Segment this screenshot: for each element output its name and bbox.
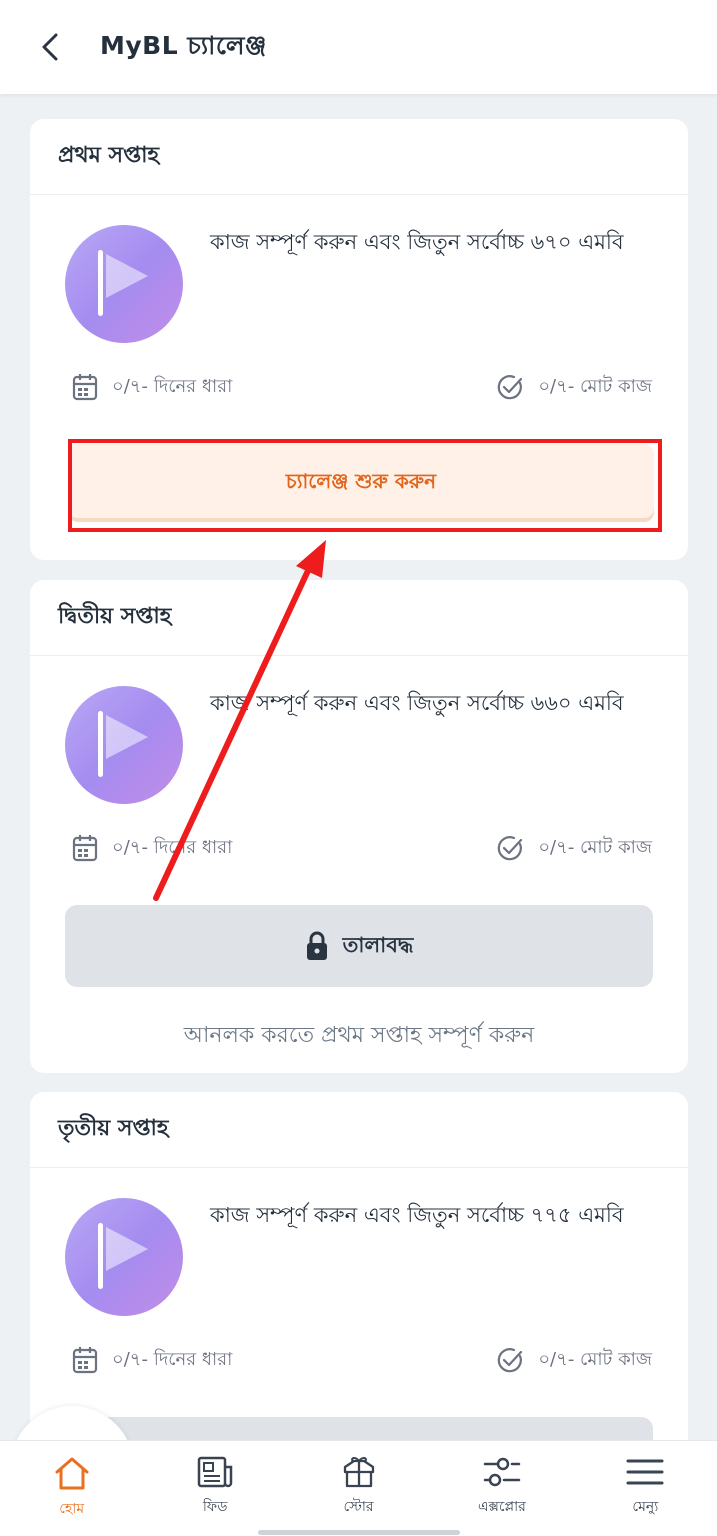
newspaper-icon xyxy=(197,1456,233,1488)
calendar-icon xyxy=(72,835,98,862)
challenge-description: কাজ সম্পূর্ণ করুন এবং জিতুন সর্বোচ্চ ৬৭০… xyxy=(210,230,624,254)
flag-avatar xyxy=(65,686,183,804)
calendar-icon xyxy=(72,1347,98,1374)
tasks-stat: ০/৭- মোট কাজ xyxy=(496,372,652,403)
sliders-icon xyxy=(483,1457,521,1487)
week-title: তৃতীয় সপ্তাহ xyxy=(30,1092,688,1168)
week-card-3: তৃতীয় সপ্তাহ কাজ সম্পূর্ণ করুন এবং জিতু… xyxy=(30,1092,688,1492)
nav-label: মেন্যু xyxy=(632,1499,659,1515)
challenge-description: কাজ সম্পূর্ণ করুন এবং জিতুন সর্বোচ্চ ৭৭৫… xyxy=(210,1203,624,1227)
streak-text: ০/৭- দিনের ধারা xyxy=(112,836,233,858)
start-challenge-button[interactable]: চ্যালেঞ্জ শুরু করুন xyxy=(68,444,654,522)
bottom-nav: হোম ফিড স্টোর এক্সপ্লোর মেন্যু xyxy=(0,1440,717,1536)
flag-icon xyxy=(98,1223,148,1289)
gift-box-icon xyxy=(343,1457,374,1488)
home-indicator xyxy=(258,1530,460,1535)
flag-avatar xyxy=(65,225,183,343)
flag-icon xyxy=(98,250,148,316)
tasks-stat: ০/৭- মোট কাজ xyxy=(496,1345,652,1376)
tasks-text: ০/৭- মোট কাজ xyxy=(538,375,652,397)
week-card-2: দ্বিতীয় সপ্তাহ কাজ সম্পূর্ণ করুন এবং জি… xyxy=(30,580,688,1073)
flag-icon xyxy=(98,711,148,777)
nav-label: এক্সপ্লোর xyxy=(477,1499,526,1515)
check-circle-icon xyxy=(498,836,523,861)
check-circle-icon xyxy=(498,1348,523,1373)
lock-icon xyxy=(306,931,327,960)
calendar-icon xyxy=(72,374,98,401)
streak-stat: ০/৭- দিনের ধারা xyxy=(72,833,232,864)
menu-icon xyxy=(626,1459,664,1485)
streak-stat: ০/৭- দিনের ধারা xyxy=(72,372,232,403)
streak-text: ০/৭- দিনের ধারা xyxy=(112,375,233,397)
streak-text: ০/৭- দিনের ধারা xyxy=(112,1348,233,1370)
app-header: MyBL চ্যালেঞ্জ xyxy=(0,0,717,94)
week-title: প্রথম সপ্তাহ xyxy=(30,119,688,195)
locked-label: তালাবদ্ধ xyxy=(342,932,414,957)
challenge-description: কাজ সম্পূর্ণ করুন এবং জিতুন সর্বোচ্চ ৬৬০… xyxy=(210,691,624,715)
week-title: দ্বিতীয় সপ্তাহ xyxy=(30,580,688,656)
nav-feed[interactable]: ফিড xyxy=(143,1441,286,1536)
nav-menu[interactable]: মেন্যু xyxy=(574,1441,717,1536)
stats-row: ০/৭- দিনের ধারা ০/৭- মোট কাজ xyxy=(72,1343,652,1377)
locked-button[interactable]: তালাবদ্ধ xyxy=(65,905,653,987)
stats-row: ০/৭- দিনের ধারা ০/৭- মোট কাজ xyxy=(72,370,652,404)
nav-explore[interactable]: এক্সপ্লোর xyxy=(430,1441,573,1536)
page-title: MyBL চ্যালেঞ্জ xyxy=(100,30,267,60)
flag-avatar xyxy=(65,1198,183,1316)
check-circle-icon xyxy=(498,375,523,400)
week-card-1: প্রথম সপ্তাহ কাজ সম্পূর্ণ করুন এবং জিতুন… xyxy=(30,119,688,560)
streak-stat: ০/৭- দিনের ধারা xyxy=(72,1345,232,1376)
tasks-text: ০/৭- মোট কাজ xyxy=(538,1348,652,1370)
chevron-left-icon xyxy=(42,33,58,61)
tasks-stat: ০/৭- মোট কাজ xyxy=(496,833,652,864)
stats-row: ০/৭- দিনের ধারা ০/৭- মোট কাজ xyxy=(72,831,652,865)
nav-label: ফিড xyxy=(202,1499,228,1515)
nav-home[interactable]: হোম xyxy=(0,1441,143,1536)
nav-label: স্টোর xyxy=(343,1499,374,1515)
back-button[interactable] xyxy=(20,17,80,77)
unlock-hint: আনলক করতে প্রথম সপ্তাহ সম্পূর্ণ করুন xyxy=(183,1023,535,1048)
nav-store[interactable]: স্টোর xyxy=(287,1441,430,1536)
nav-label: হোম xyxy=(59,1501,85,1517)
home-icon xyxy=(55,1457,89,1490)
tasks-text: ০/৭- মোট কাজ xyxy=(538,836,652,858)
